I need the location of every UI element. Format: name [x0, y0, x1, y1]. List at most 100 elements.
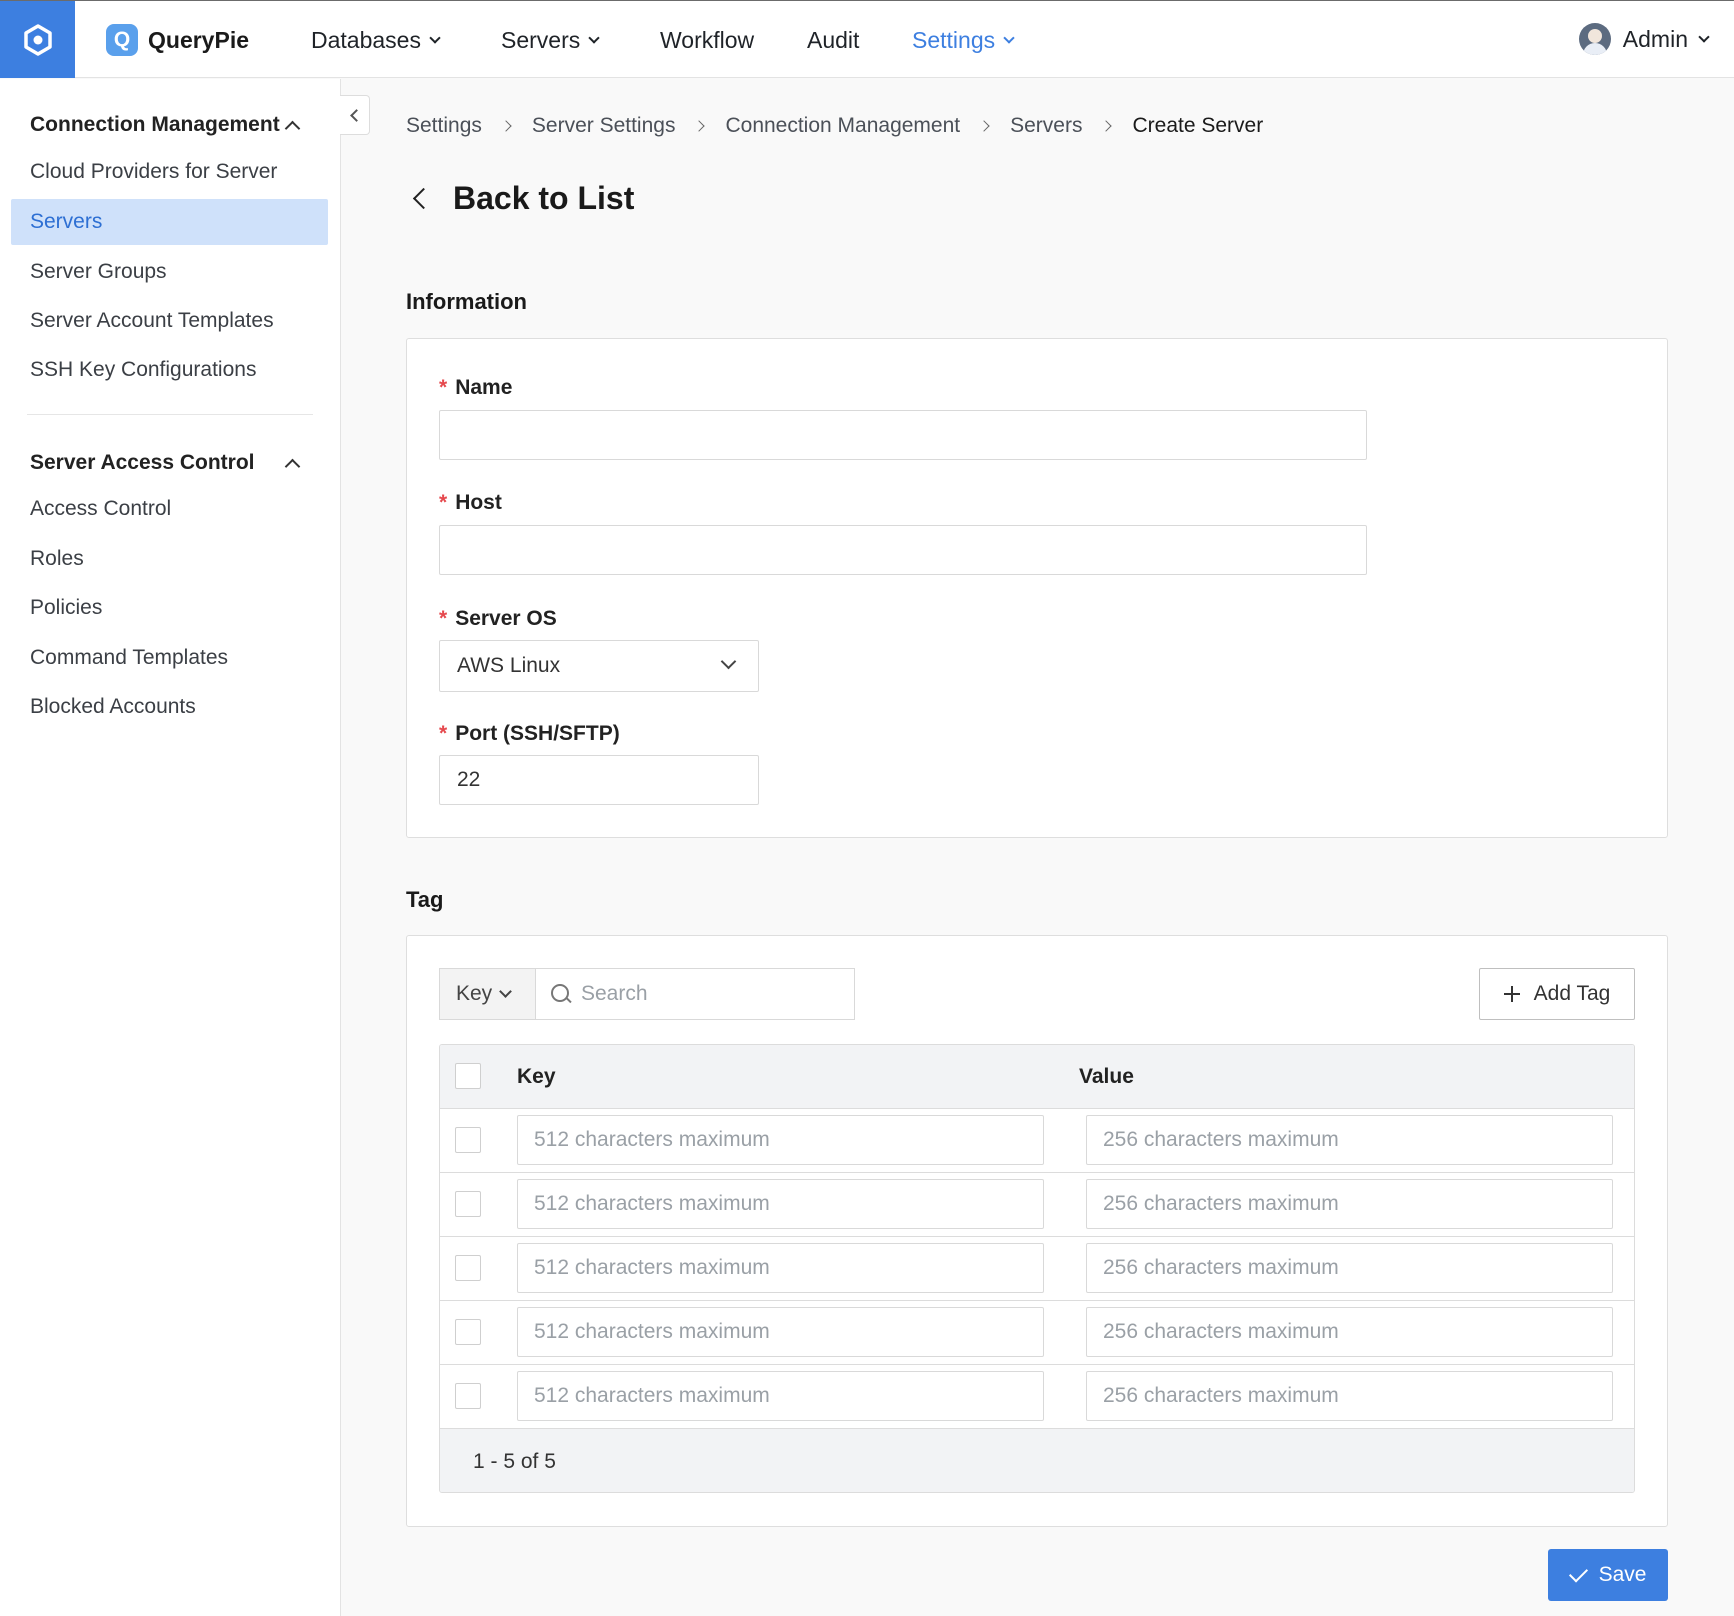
- sidebar-group-connection-management[interactable]: Connection Management: [30, 113, 306, 137]
- server-os-value: AWS Linux: [457, 654, 561, 677]
- sidebar-divider: [27, 414, 313, 415]
- required-mark: *: [439, 376, 448, 399]
- sidebar-item-roles[interactable]: Roles: [11, 536, 328, 582]
- tag-value-input[interactable]: 256 characters maximum: [1086, 1371, 1613, 1421]
- name-input[interactable]: [439, 410, 1367, 460]
- nav-workflow[interactable]: Workflow: [660, 27, 754, 54]
- server-os-select[interactable]: AWS Linux: [439, 640, 759, 692]
- nav-settings[interactable]: Settings: [912, 27, 1015, 54]
- nav-settings-label: Settings: [912, 27, 996, 53]
- sidebar-item-cloud-providers[interactable]: Cloud Providers for Server: [11, 149, 328, 195]
- sidebar-group-title: Server Access Control: [30, 451, 255, 474]
- table-row: 512 characters maximum 256 characters ma…: [440, 1109, 1634, 1173]
- required-mark: *: [439, 607, 448, 630]
- required-mark: *: [439, 491, 448, 514]
- save-button[interactable]: Save: [1548, 1549, 1668, 1601]
- chevron-right-icon: [1100, 120, 1113, 132]
- breadcrumb-server-settings[interactable]: Server Settings: [532, 114, 676, 138]
- nav-servers-label: Servers: [501, 27, 581, 53]
- top-navigation-bar: Q QueryPie Databases Servers Workflow Au…: [0, 0, 1734, 78]
- save-label: Save: [1598, 1563, 1647, 1586]
- column-header-value: Value: [1079, 1065, 1134, 1088]
- breadcrumb-create-server: Create Server: [1132, 114, 1264, 137]
- row-checkbox[interactable]: [455, 1319, 481, 1345]
- breadcrumb-servers[interactable]: Servers: [1010, 114, 1082, 138]
- chevron-down-icon: [499, 985, 513, 998]
- tag-value-input[interactable]: 256 characters maximum: [1086, 1243, 1613, 1293]
- row-checkbox[interactable]: [455, 1127, 481, 1153]
- table-header: Key Value: [440, 1045, 1634, 1109]
- add-tag-label: Add Tag: [1533, 982, 1611, 1005]
- sidebar-item-access-control[interactable]: Access Control: [11, 486, 328, 532]
- nav-audit-label: Audit: [807, 27, 860, 53]
- sidebar-item-servers[interactable]: Servers: [11, 199, 328, 245]
- sidebar-group-server-access-control[interactable]: Server Access Control: [30, 451, 306, 475]
- sidebar-group-title: Connection Management: [30, 113, 280, 136]
- row-checkbox[interactable]: [455, 1383, 481, 1409]
- search-placeholder: Search: [581, 982, 648, 1005]
- search-icon: [551, 984, 571, 1004]
- user-name: Admin: [1622, 25, 1688, 52]
- information-panel: * Name * Host * Server OS AWS Linux * Port (…: [406, 338, 1668, 838]
- chevron-up-icon: [284, 120, 301, 136]
- user-menu[interactable]: Admin: [1578, 23, 1710, 55]
- tag-search-input[interactable]: Search: [535, 968, 855, 1020]
- chevron-down-icon: [720, 653, 737, 670]
- sidebar-item-server-groups[interactable]: Server Groups: [11, 249, 328, 295]
- sidebar-item-policies[interactable]: Policies: [11, 585, 328, 631]
- tag-key-input[interactable]: 512 characters maximum: [517, 1371, 1044, 1421]
- tag-title: Tag: [406, 887, 444, 912]
- sidebar-item-blocked-accounts[interactable]: Blocked Accounts: [11, 684, 328, 730]
- table-row: 512 characters maximum 256 characters ma…: [440, 1365, 1634, 1429]
- table-row: 512 characters maximum 256 characters ma…: [440, 1237, 1634, 1301]
- breadcrumb-connection-management[interactable]: Connection Management: [725, 114, 960, 138]
- select-all-checkbox[interactable]: [455, 1063, 481, 1089]
- host-input[interactable]: [439, 525, 1367, 575]
- avatar: [1578, 23, 1611, 55]
- tag-key-input[interactable]: 512 characters maximum: [517, 1115, 1044, 1165]
- port-label-text: Port (SSH/SFTP): [455, 722, 620, 745]
- nav-audit[interactable]: Audit: [807, 27, 859, 54]
- host-label: * Host: [439, 491, 502, 515]
- row-checkbox[interactable]: [455, 1191, 481, 1217]
- sidebar-item-command-templates[interactable]: Command Templates: [11, 635, 328, 681]
- tag-value-input[interactable]: 256 characters maximum: [1086, 1307, 1613, 1357]
- tag-value-input[interactable]: 256 characters maximum: [1086, 1179, 1613, 1229]
- chevron-right-icon: [978, 120, 990, 132]
- port-input[interactable]: 22: [439, 755, 759, 805]
- main-nav: Databases Servers Workflow Audit Setting…: [0, 1, 1734, 79]
- tag-table: Key Value 512 characters maximum 256 cha…: [439, 1044, 1635, 1493]
- name-label: * Name: [439, 376, 512, 400]
- nav-servers[interactable]: Servers: [501, 27, 600, 54]
- tag-key-input[interactable]: 512 characters maximum: [517, 1307, 1044, 1357]
- check-icon: [1568, 1562, 1588, 1583]
- back-to-list-label: Back to List: [453, 180, 635, 216]
- host-label-text: Host: [455, 491, 502, 514]
- sidebar-item-ssh-key-configurations[interactable]: SSH Key Configurations: [11, 347, 328, 393]
- add-tag-button[interactable]: Add Tag: [1479, 968, 1635, 1020]
- nav-workflow-label: Workflow: [660, 27, 755, 53]
- sidebar-item-server-account-templates[interactable]: Server Account Templates: [11, 298, 328, 344]
- nav-databases[interactable]: Databases: [311, 27, 441, 54]
- breadcrumb: Settings Server Settings Connection Mana…: [406, 114, 1263, 138]
- pagination-summary: 1 - 5 of 5: [473, 1450, 556, 1473]
- sidebar-collapse-button[interactable]: [340, 95, 370, 135]
- tag-value-input[interactable]: 256 characters maximum: [1086, 1115, 1613, 1165]
- back-to-list-button[interactable]: Back to List: [410, 180, 634, 217]
- chevron-down-icon: [588, 32, 600, 44]
- chevron-down-icon: [429, 32, 441, 44]
- filter-key-select[interactable]: Key: [439, 968, 535, 1020]
- chevron-up-icon: [284, 458, 301, 474]
- chevron-down-icon: [1003, 32, 1015, 44]
- name-label-text: Name: [455, 376, 513, 399]
- breadcrumb-settings[interactable]: Settings: [406, 114, 482, 138]
- tag-key-input[interactable]: 512 characters maximum: [517, 1243, 1044, 1293]
- row-checkbox[interactable]: [455, 1255, 481, 1281]
- chevron-left-icon: [412, 187, 435, 210]
- tag-key-input[interactable]: 512 characters maximum: [517, 1179, 1044, 1229]
- sidebar: Connection Management Cloud Providers fo…: [0, 79, 341, 1616]
- required-mark: *: [439, 722, 448, 745]
- chevron-left-icon: [350, 108, 363, 122]
- chevron-down-icon: [1698, 30, 1710, 43]
- table-row: 512 characters maximum 256 characters ma…: [440, 1173, 1634, 1237]
